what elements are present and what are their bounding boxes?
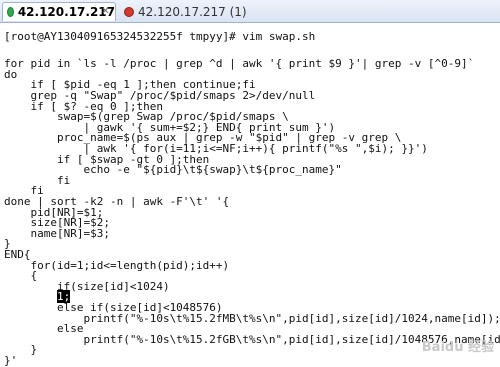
terminal-line: name[NR]=$3; xyxy=(4,226,110,240)
watermark: Baidu 经验 xyxy=(421,340,494,355)
terminal-line: for(id=1;id<=length(pid);id++) xyxy=(4,258,230,272)
close-icon[interactable]: ✕ xyxy=(100,6,111,17)
tab-session-1[interactable]: 42.120.17.217 ✕ xyxy=(2,2,116,21)
session-tab-bar: 42.120.17.217 ✕ 42.120.17.217 (1) xyxy=(0,0,500,23)
connected-status-icon xyxy=(7,7,14,17)
terminal-line: for pid in `ls -l /proc | grep ^d | awk … xyxy=(4,57,475,71)
tab-label: 42.120.17.217 (1) xyxy=(138,4,247,19)
disconnected-status-icon xyxy=(124,6,134,17)
tab-session-2[interactable]: 42.120.17.217 (1) xyxy=(120,2,260,21)
terminal-line: }' xyxy=(4,354,18,367)
terminal-line: [root@AY130409165324532255f tmpyy]# vim … xyxy=(4,30,316,43)
terminal-area[interactable]: [root@AY130409165324532255f tmpyy]# vim … xyxy=(0,23,500,367)
